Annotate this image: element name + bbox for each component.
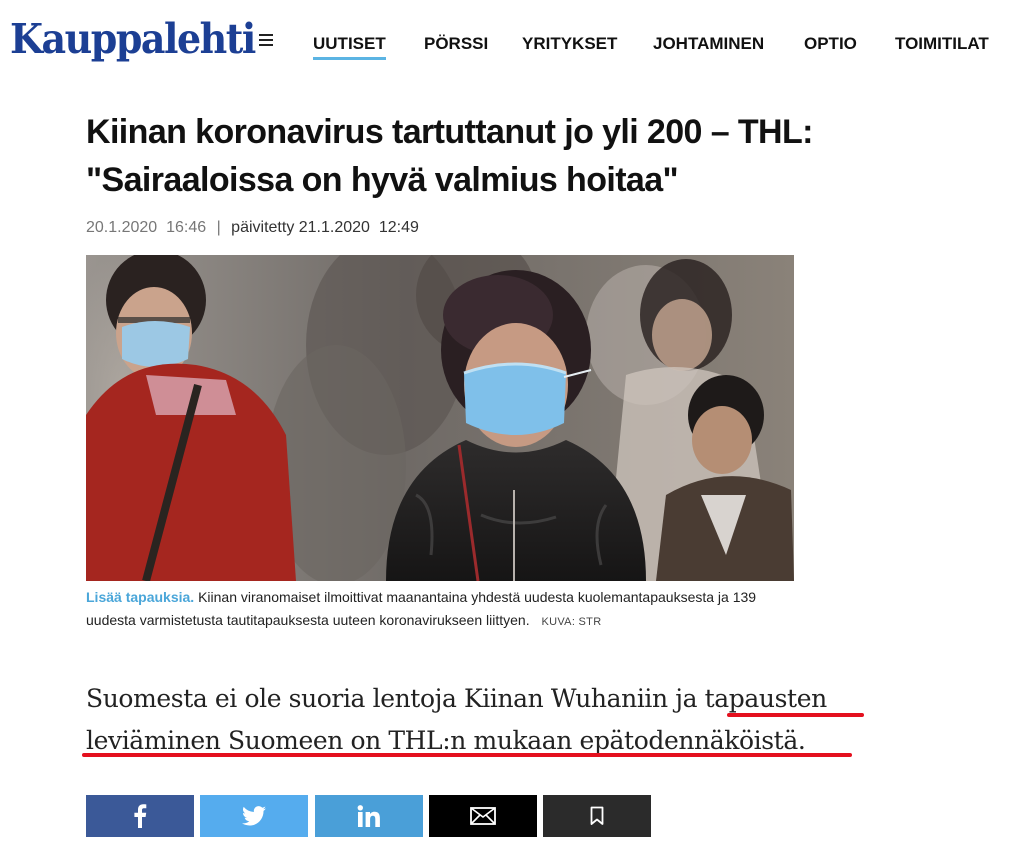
photo-credit: KUVA: STR bbox=[541, 616, 602, 628]
nav-item-uutiset[interactable]: UUTISET bbox=[313, 34, 386, 60]
article-photo-illustration bbox=[86, 255, 794, 581]
headline-line-1: Kiinan koronavirus tartuttanut jo yli 20… bbox=[86, 113, 813, 151]
facebook-icon bbox=[134, 804, 147, 828]
site-logo[interactable]: Kauppalehti bbox=[10, 14, 256, 63]
ingress-line-1: Suomesta ei ole suoria lentoja Kiinan Wu… bbox=[86, 684, 827, 713]
share-twitter-button[interactable] bbox=[200, 795, 308, 837]
article-ingress: Suomesta ei ole suoria lentoja Kiinan Wu… bbox=[86, 678, 896, 762]
published-date: 20.1.2020 16:46 bbox=[86, 219, 207, 236]
share-facebook-button[interactable] bbox=[86, 795, 194, 837]
caption-lead: Lisää tapauksia. bbox=[86, 589, 195, 605]
nav-item-optio[interactable]: OPTIO bbox=[804, 34, 857, 54]
email-icon bbox=[470, 807, 496, 825]
nav-item-yritykset[interactable]: YRITYKSET bbox=[522, 34, 617, 54]
article-photo[interactable] bbox=[86, 255, 794, 581]
site-header: Kauppalehti UUTISET PÖRSSI YRITYKSET JOH… bbox=[0, 0, 1024, 80]
headline-line-2: "Sairaaloissa on hyvä valmius hoitaa" bbox=[86, 161, 679, 199]
meta-separator: | bbox=[216, 219, 221, 236]
hamburger-icon[interactable] bbox=[259, 34, 273, 46]
updated-date: päivitetty 21.1.2020 12:49 bbox=[231, 219, 419, 236]
linkedin-icon bbox=[357, 805, 380, 827]
highlight-underline-2 bbox=[82, 753, 852, 757]
share-linkedin-button[interactable] bbox=[315, 795, 423, 837]
bookmark-icon bbox=[590, 806, 604, 825]
share-email-button[interactable] bbox=[429, 795, 537, 837]
highlight-underline-1 bbox=[727, 713, 864, 717]
ingress-line-2: leviäminen Suomeen on THL:n mukaan epäto… bbox=[86, 726, 806, 755]
nav-item-johtaminen[interactable]: JOHTAMINEN bbox=[653, 34, 764, 54]
article-meta: 20.1.2020 16:46 | päivitetty 21.1.2020 1… bbox=[86, 219, 419, 237]
nav-item-porssi[interactable]: PÖRSSI bbox=[424, 34, 488, 54]
bookmark-button[interactable] bbox=[543, 795, 651, 837]
article-headline: Kiinan koronavirus tartuttanut jo yli 20… bbox=[86, 108, 846, 204]
twitter-icon bbox=[242, 806, 266, 826]
photo-caption: Lisää tapauksia. Kiinan viranomaiset ilm… bbox=[86, 586, 776, 634]
nav-item-toimitilat[interactable]: TOIMITILAT bbox=[895, 34, 989, 54]
